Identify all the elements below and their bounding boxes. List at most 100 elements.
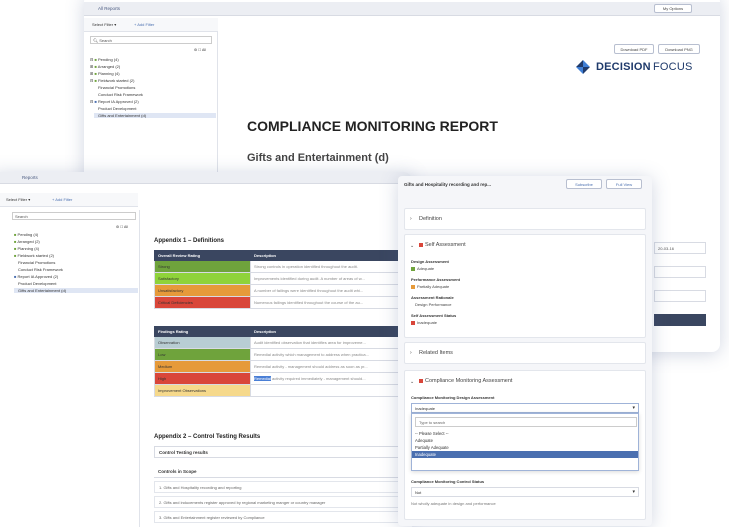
tree-label: Pending (4) xyxy=(17,232,39,237)
tree-label: Arranged (2) xyxy=(97,64,121,69)
back-search-input[interactable]: 🔍︎ Search xyxy=(90,36,212,44)
right-field-3[interactable] xyxy=(654,290,706,302)
dropdown-search-input[interactable]: Type to search xyxy=(415,417,637,427)
dropdown-option-selected[interactable]: Inadequate xyxy=(412,451,638,458)
front-search-input[interactable]: Search xyxy=(12,212,136,220)
tree-item-conduct-risk[interactable]: Conduct Risk Framework xyxy=(18,267,63,272)
report-subtitle: Gifts and Entertainment (d) xyxy=(247,152,389,164)
tree-item-planning[interactable]: ■ Planning (4) xyxy=(14,246,39,251)
control-status-select[interactable]: Not ▾ xyxy=(411,487,639,497)
subscribe-button[interactable]: Subscribe xyxy=(566,179,602,189)
chevron-down-icon[interactable]: ⌄ xyxy=(410,243,414,249)
tree-item-gifts-entertainment[interactable]: Gifts and Entertainment (d) xyxy=(94,113,216,118)
download-pdf-button[interactable]: Download PDF xyxy=(614,44,654,54)
cma-design-selected: Inadequate xyxy=(415,406,436,411)
right-save-bar[interactable] xyxy=(654,314,706,326)
design-assessment-label: Design Assessment xyxy=(411,259,449,264)
self-assessment-label: Self Assessment xyxy=(425,242,466,248)
description-header: Description xyxy=(250,326,412,337)
table-row: Observation Audit identified observation… xyxy=(154,336,412,349)
detail-side-panel: Gifts and Hospitality recording and rep.… xyxy=(398,176,652,526)
front-report-window: Reports Select Filter ▾ + Add Filter Sea… xyxy=(0,172,412,527)
tree-item-conduct-risk[interactable]: Conduct Risk Framework xyxy=(98,92,143,97)
chevron-down-icon: ▾ xyxy=(632,489,635,495)
related-items-section[interactable]: › Related Items xyxy=(404,342,646,364)
decision-focus-logo: DECISION FOCUS xyxy=(574,58,704,78)
design-assessment-text: Adequate xyxy=(417,266,435,271)
tree-label: Report IA Approved (2) xyxy=(17,274,59,279)
tree-item-fieldwork[interactable]: ⊟ ■ Fieldwork started (2) xyxy=(90,78,134,83)
rating-header: Overall Review Rating xyxy=(154,250,251,261)
full-view-label: Full View xyxy=(615,181,633,187)
tree-item-planning[interactable]: ⊞ ■ Planning (4) xyxy=(90,71,120,76)
description-cell: Audit identified observation that identi… xyxy=(250,336,412,349)
chevron-right-icon: › xyxy=(410,216,412,222)
front-sidebar: Search ⚙ ☐ All ■ Pending (4) ■ Arranged … xyxy=(0,210,140,527)
status-dot-icon xyxy=(419,242,423,247)
tree-item-gifts-entertainment[interactable]: Gifts and Entertainment (d) xyxy=(14,288,138,293)
select-filter-dropdown[interactable]: Select Filter ▾ xyxy=(92,22,116,27)
download-png-button[interactable]: Download PNG xyxy=(658,44,700,54)
status-label: Self Assessment Status xyxy=(411,313,457,318)
tree-item-arranged[interactable]: ■ Arranged (2) xyxy=(14,239,40,244)
my-options-button[interactable]: My Options xyxy=(654,4,692,13)
select-all-toggle[interactable]: ⚙ ☐ All xyxy=(194,48,206,52)
all-reports-tab[interactable]: All Reports xyxy=(98,6,120,11)
right-field-2[interactable] xyxy=(654,266,706,278)
logo-text-bold: DECISION xyxy=(596,61,651,73)
subscribe-label: Subscribe xyxy=(575,181,593,187)
full-view-button[interactable]: Full View xyxy=(606,179,642,189)
tree-item-fieldwork[interactable]: ■ Fieldwork started (2) xyxy=(14,253,54,258)
cma-design-label: Compliance Monitoring Design Assessment xyxy=(411,395,495,400)
tree-item-arranged[interactable]: ⊞ ■ Arranged (2) xyxy=(90,64,120,69)
rating-cell: Satisfactory xyxy=(154,272,251,285)
control-row[interactable]: 3. Gifts and Entertainment register revi… xyxy=(154,511,412,523)
select-all-label: All xyxy=(202,48,206,52)
tree-item-financial-promotions[interactable]: Financial Promotions xyxy=(18,260,55,265)
tree-item-ia-approved[interactable]: ■ Report IA Approved (2) xyxy=(14,274,58,279)
description-cell: Numerous failings identified throughout … xyxy=(250,296,412,309)
date-field[interactable]: 20-03-16 xyxy=(654,242,706,254)
red-square-icon xyxy=(411,320,415,325)
description-cell: Improvements identified during audit. A … xyxy=(250,272,412,285)
tree-label: Report IA Approved (2) xyxy=(98,99,139,104)
table-row: Improvement Observations xyxy=(154,384,412,397)
dropdown-option[interactable]: -- Please Select -- xyxy=(412,430,638,437)
design-assessment-value: Adequate xyxy=(411,266,434,271)
add-filter-link[interactable]: + Add Filter xyxy=(52,197,72,202)
cma-heading[interactable]: Compliance Monitoring Assessment xyxy=(419,378,512,384)
tree-item-financial-promotions[interactable]: Financial Promotions xyxy=(98,85,135,90)
control-row[interactable]: 1. Gifts and Hospitality recording and r… xyxy=(154,481,412,493)
control-testing-header: Control Testing results xyxy=(154,446,412,458)
description-cell: Remedial activity - management should ad… xyxy=(250,360,412,373)
tree-item-product-development[interactable]: Product Development xyxy=(98,106,136,111)
dropdown-option[interactable]: Partially Adequate xyxy=(412,444,638,451)
front-filter-bar: Select Filter ▾ + Add Filter xyxy=(0,193,138,207)
control-status-label: Compliance Monitoring Control Status xyxy=(411,479,485,484)
select-all-toggle[interactable]: ⚙ ☐ All xyxy=(116,225,128,229)
chevron-down-icon[interactable]: ⌄ xyxy=(410,379,414,385)
cma-design-select[interactable]: Inadequate ▾ xyxy=(411,403,639,413)
control-row[interactable]: 2. Gifts and inducements register approv… xyxy=(154,496,412,508)
self-assessment-heading[interactable]: Self Assessment xyxy=(419,242,466,248)
definition-section[interactable]: › Definition xyxy=(404,208,646,230)
add-filter-link[interactable]: + Add Filter xyxy=(134,22,154,27)
cma-dropdown-menu: Type to search -- Please Select -- Adequ… xyxy=(411,413,639,471)
tree-item-ia-approved[interactable]: ⊟ ■ Report IA Approved (2) xyxy=(90,99,139,104)
table-row: Satisfactory Improvements identified dur… xyxy=(154,272,412,285)
tree-item-pending[interactable]: ⊟ ■ Pending (4) xyxy=(90,57,119,62)
reports-tab[interactable]: Reports xyxy=(22,175,38,180)
dropdown-option[interactable]: Adequate xyxy=(412,437,638,444)
search-icon: 🔍︎ xyxy=(93,38,99,43)
select-filter-dropdown[interactable]: Select Filter ▾ xyxy=(6,197,30,202)
footnote-text: Not wholly adequate in design and perfor… xyxy=(411,501,496,506)
status-dot-icon xyxy=(419,378,423,383)
tree-item-pending[interactable]: ■ Pending (4) xyxy=(14,232,38,237)
rating-cell: Strong xyxy=(154,260,251,273)
performance-text: Partially Adequate xyxy=(417,284,450,289)
highlighted-text: Remedial xyxy=(254,376,271,381)
related-items-heading: Related Items xyxy=(419,350,453,356)
download-png-label: Download PNG xyxy=(665,46,693,52)
tree-item-product-development[interactable]: Product Development xyxy=(18,281,56,286)
cma-title-label: Compliance Monitoring Assessment xyxy=(425,378,513,384)
